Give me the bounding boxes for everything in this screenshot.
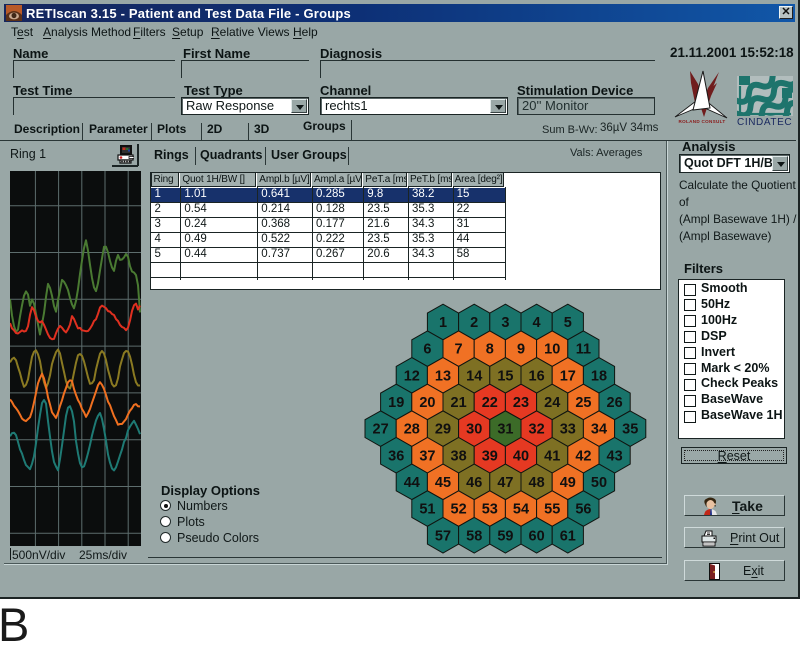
svg-text:44: 44 (404, 475, 420, 491)
svg-text:2: 2 (470, 315, 478, 331)
svg-text:41: 41 (544, 448, 560, 464)
svg-text:22: 22 (482, 395, 498, 411)
svg-text:60: 60 (529, 528, 545, 544)
svg-text:21: 21 (451, 395, 467, 411)
svg-text:32: 32 (529, 422, 545, 438)
svg-text:15: 15 (497, 368, 513, 384)
svg-text:51: 51 (419, 502, 435, 518)
svg-text:29: 29 (435, 422, 451, 438)
svg-text:6: 6 (423, 342, 431, 358)
svg-text:12: 12 (404, 368, 420, 384)
svg-text:38: 38 (451, 448, 467, 464)
svg-text:24: 24 (544, 395, 560, 411)
svg-text:18: 18 (591, 368, 607, 384)
svg-text:56: 56 (575, 502, 591, 518)
svg-text:47: 47 (497, 475, 513, 491)
svg-text:40: 40 (513, 448, 529, 464)
svg-text:53: 53 (482, 502, 498, 518)
svg-text:36: 36 (388, 448, 404, 464)
svg-text:9: 9 (517, 342, 525, 358)
svg-text:34: 34 (591, 422, 607, 438)
svg-text:23: 23 (513, 395, 529, 411)
svg-text:61: 61 (560, 528, 576, 544)
svg-text:30: 30 (466, 422, 482, 438)
svg-text:1: 1 (439, 315, 447, 331)
svg-text:19: 19 (388, 395, 404, 411)
svg-text:49: 49 (560, 475, 576, 491)
svg-text:43: 43 (607, 448, 623, 464)
svg-text:4: 4 (533, 315, 541, 331)
svg-text:59: 59 (497, 528, 513, 544)
svg-text:16: 16 (529, 368, 545, 384)
svg-text:26: 26 (607, 395, 623, 411)
svg-text:54: 54 (513, 502, 529, 518)
svg-text:57: 57 (435, 528, 451, 544)
svg-text:42: 42 (575, 448, 591, 464)
svg-text:55: 55 (544, 502, 560, 518)
svg-text:5: 5 (564, 315, 572, 331)
svg-text:7: 7 (455, 342, 463, 358)
svg-text:13: 13 (435, 368, 451, 384)
svg-text:46: 46 (466, 475, 482, 491)
svg-text:31: 31 (497, 422, 513, 438)
svg-text:25: 25 (575, 395, 591, 411)
svg-text:33: 33 (560, 422, 576, 438)
svg-text:39: 39 (482, 448, 498, 464)
svg-text:27: 27 (373, 422, 389, 438)
svg-text:45: 45 (435, 475, 451, 491)
svg-text:3: 3 (501, 315, 509, 331)
svg-text:58: 58 (466, 528, 482, 544)
svg-text:14: 14 (466, 368, 482, 384)
svg-text:17: 17 (560, 368, 576, 384)
svg-text:52: 52 (451, 502, 467, 518)
svg-text:8: 8 (486, 342, 494, 358)
svg-text:35: 35 (622, 422, 638, 438)
svg-text:10: 10 (544, 342, 560, 358)
svg-text:20: 20 (419, 395, 435, 411)
svg-text:37: 37 (419, 448, 435, 464)
svg-text:28: 28 (404, 422, 420, 438)
svg-text:48: 48 (529, 475, 545, 491)
svg-text:11: 11 (576, 342, 591, 358)
svg-text:50: 50 (591, 475, 607, 491)
